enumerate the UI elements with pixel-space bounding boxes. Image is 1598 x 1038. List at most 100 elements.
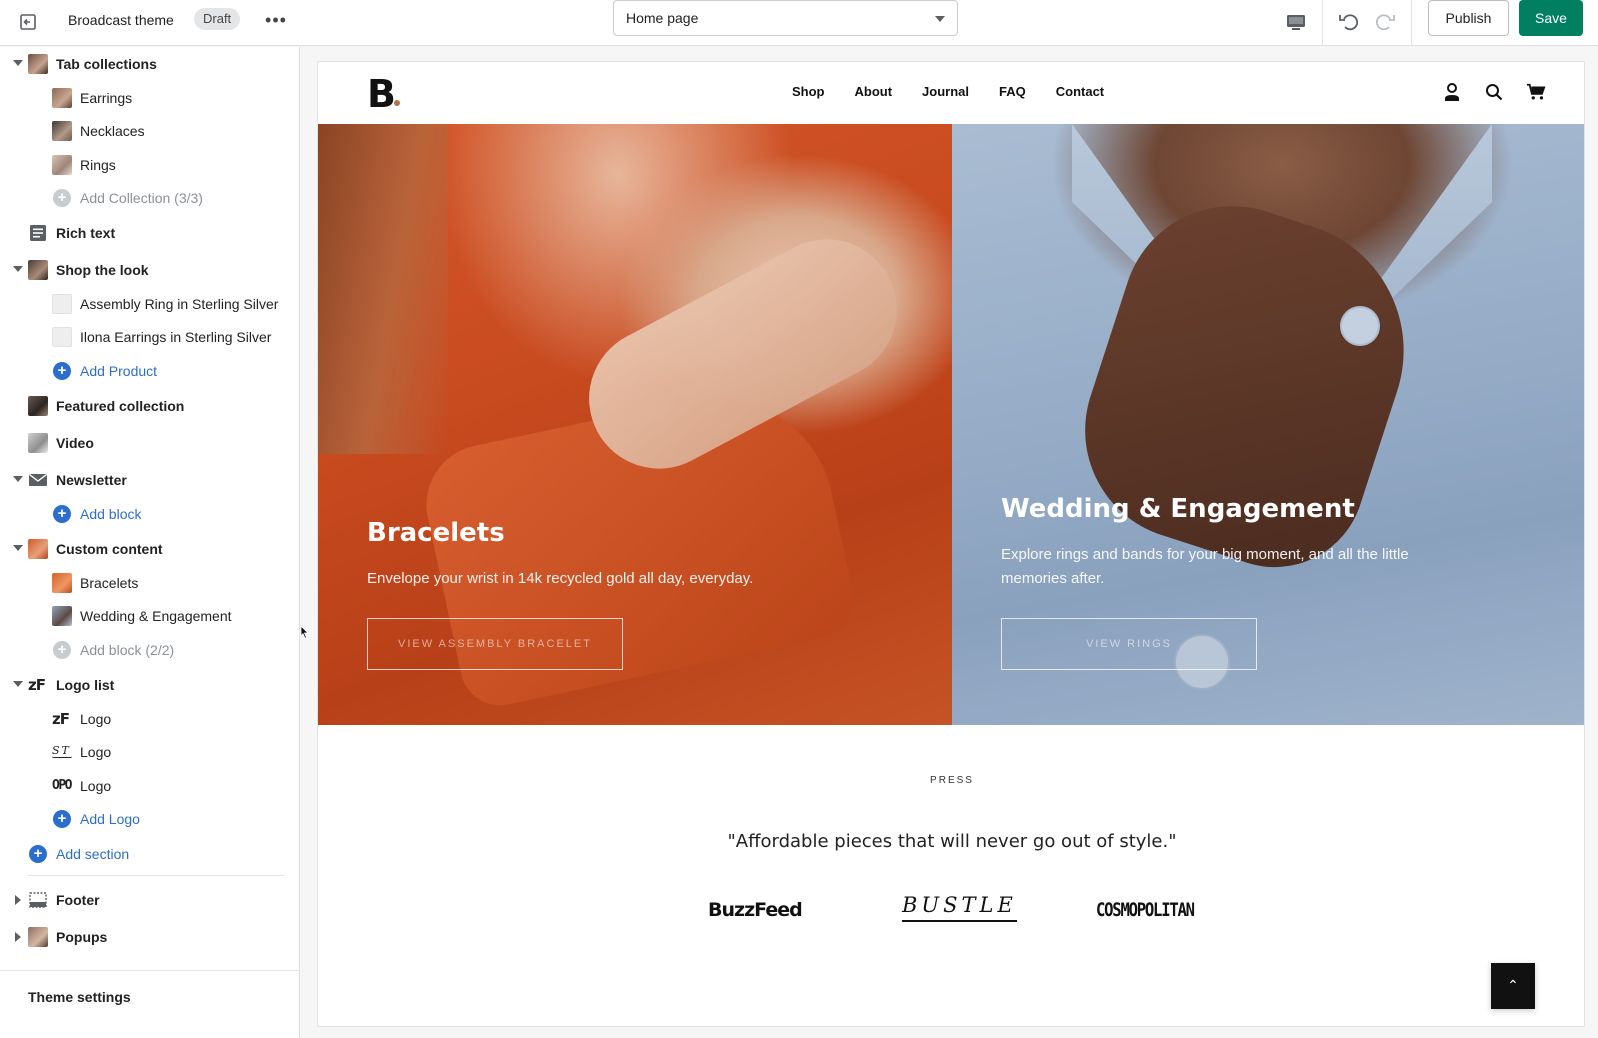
exit-icon[interactable] bbox=[14, 8, 42, 36]
block-logo[interactable]: zF Logo bbox=[0, 704, 300, 734]
add-collection-button[interactable]: + Add Collection (3/3) bbox=[0, 183, 300, 213]
publish-button[interactable]: Publish bbox=[1428, 0, 1509, 36]
image-thumb-icon bbox=[52, 155, 72, 175]
block-ilona-earrings[interactable]: Ilona Earrings in Sterling Silver bbox=[0, 322, 300, 352]
add-block-button[interactable]: + Add block bbox=[0, 499, 300, 529]
section-video[interactable]: Video bbox=[0, 428, 300, 458]
account-icon[interactable] bbox=[1442, 82, 1462, 102]
wedding-text-line1: Explore rings and bands for your big mom… bbox=[1001, 546, 1409, 563]
wedding-text-line2: memories after. bbox=[1001, 570, 1105, 587]
section-popups[interactable]: Popups bbox=[0, 922, 300, 952]
image-thumb-icon bbox=[28, 927, 48, 947]
chevron-down-icon[interactable] bbox=[13, 266, 23, 272]
section-rich-text[interactable]: Rich text bbox=[0, 218, 300, 248]
block-label: Earrings bbox=[80, 90, 133, 106]
block-label: Assembly Ring in Sterling Silver bbox=[80, 296, 279, 312]
zf-logo-icon: zF bbox=[52, 710, 70, 728]
chevron-right-icon[interactable] bbox=[15, 932, 21, 942]
add-logo-button[interactable]: + Add Logo bbox=[0, 804, 300, 834]
image-thumb-icon bbox=[52, 294, 72, 314]
section-logo-list[interactable]: zF Logo list bbox=[0, 670, 300, 700]
view-rings-button[interactable]: VIEW RINGS bbox=[1001, 618, 1257, 670]
block-bracelets[interactable]: Bracelets bbox=[0, 568, 300, 598]
block-label: Rings bbox=[80, 157, 116, 173]
toolbar-divider bbox=[1411, 0, 1412, 46]
add-label: Add Product bbox=[80, 363, 158, 379]
plus-circle-icon: + bbox=[53, 189, 71, 207]
block-necklaces[interactable]: Necklaces bbox=[0, 116, 300, 146]
block-wedding-engagement[interactable]: Wedding & Engagement bbox=[0, 601, 300, 631]
section-newsletter[interactable]: Newsletter bbox=[0, 465, 300, 495]
add-label: Add Logo bbox=[80, 811, 140, 827]
block-label: Ilona Earrings in Sterling Silver bbox=[80, 329, 272, 345]
envelope-icon bbox=[28, 470, 48, 490]
search-icon[interactable] bbox=[1484, 82, 1504, 102]
section-label: Custom content bbox=[56, 541, 163, 557]
press-label: PRESS bbox=[930, 775, 974, 786]
add-block-disabled-button[interactable]: + Add block (2/2) bbox=[0, 635, 300, 665]
block-label: Logo bbox=[80, 711, 112, 727]
plus-circle-icon: + bbox=[53, 641, 71, 659]
plus-circle-icon: + bbox=[29, 845, 47, 863]
store-logo[interactable]: B bbox=[367, 72, 396, 116]
desktop-preview-icon[interactable] bbox=[1281, 8, 1311, 38]
chevron-down-icon[interactable] bbox=[13, 681, 23, 687]
section-label: Rich text bbox=[56, 225, 116, 241]
section-featured-collection[interactable]: Featured collection bbox=[0, 391, 300, 421]
image-thumb-icon bbox=[52, 606, 72, 626]
wedding-engagement-image: Wedding & Engagement Explore rings and b… bbox=[952, 124, 1584, 725]
block-logo[interactable]: ST Logo bbox=[0, 737, 300, 767]
theme-settings-link[interactable]: Theme settings bbox=[28, 989, 131, 1005]
add-label: Add block bbox=[80, 506, 142, 522]
add-section-button[interactable]: + Add section bbox=[0, 839, 300, 869]
add-label: Add block (2/2) bbox=[80, 642, 175, 658]
sections-sidebar: Tab collections Earrings Necklaces Rings… bbox=[0, 47, 300, 1038]
image-detail bbox=[1340, 306, 1380, 346]
block-label: Wedding & Engagement bbox=[80, 608, 232, 624]
wedding-title: Wedding & Engagement bbox=[1001, 494, 1355, 524]
chevron-down-icon bbox=[935, 16, 945, 22]
chevron-down-icon[interactable] bbox=[13, 60, 23, 66]
block-logo[interactable]: OPO Logo bbox=[0, 771, 300, 801]
more-actions-icon[interactable]: ••• bbox=[262, 8, 290, 36]
section-shop-the-look[interactable]: Shop the look bbox=[0, 255, 300, 285]
image-thumb-icon bbox=[28, 54, 48, 74]
save-button[interactable]: Save bbox=[1519, 0, 1583, 36]
logo-list-section: PRESS "Affordable pieces that will never… bbox=[318, 725, 1584, 1026]
chevron-down-icon[interactable] bbox=[13, 476, 23, 482]
chevron-right-icon[interactable] bbox=[15, 895, 21, 905]
block-assembly-ring[interactable]: Assembly Ring in Sterling Silver bbox=[0, 289, 300, 319]
nav-contact[interactable]: Contact bbox=[1056, 84, 1104, 99]
block-label: Logo bbox=[80, 778, 112, 794]
view-assembly-bracelet-button[interactable]: VIEW ASSEMBLY BRACELET bbox=[367, 618, 623, 670]
scroll-to-top-button[interactable]: ⌃ bbox=[1491, 963, 1535, 1009]
block-rings[interactable]: Rings bbox=[0, 150, 300, 180]
nav-journal[interactable]: Journal bbox=[922, 84, 969, 99]
section-label: Tab collections bbox=[56, 56, 157, 72]
chevron-down-icon[interactable] bbox=[13, 545, 23, 551]
section-tab-collections[interactable]: Tab collections bbox=[0, 49, 300, 79]
store-preview-frame: B Shop About Journal FAQ Contact Bracele… bbox=[317, 61, 1585, 1027]
block-label: Bracelets bbox=[80, 575, 139, 591]
section-label: Video bbox=[56, 435, 94, 451]
nav-about[interactable]: About bbox=[855, 84, 893, 99]
section-custom-content[interactable]: Custom content bbox=[0, 534, 300, 564]
image-detail bbox=[318, 124, 448, 454]
header-icons bbox=[1442, 82, 1546, 102]
sidebar-divider bbox=[0, 970, 300, 971]
undo-icon[interactable] bbox=[1334, 6, 1364, 36]
block-label: Logo bbox=[80, 744, 112, 760]
page-select[interactable]: Home page bbox=[613, 0, 958, 36]
block-earrings[interactable]: Earrings bbox=[0, 83, 300, 113]
image-thumb-icon bbox=[52, 88, 72, 108]
nav-faq[interactable]: FAQ bbox=[999, 84, 1026, 99]
cart-icon[interactable] bbox=[1526, 82, 1546, 102]
section-label: Logo list bbox=[56, 677, 115, 693]
add-product-button[interactable]: + Add Product bbox=[0, 356, 300, 386]
image-thumb-icon bbox=[28, 539, 48, 559]
opo-logo-icon: OPO bbox=[52, 778, 72, 793]
section-footer[interactable]: Footer bbox=[0, 885, 300, 915]
nav-shop[interactable]: Shop bbox=[792, 84, 825, 99]
bustle-logo: BUSTLE bbox=[902, 890, 1017, 922]
redo-icon[interactable] bbox=[1370, 6, 1400, 36]
